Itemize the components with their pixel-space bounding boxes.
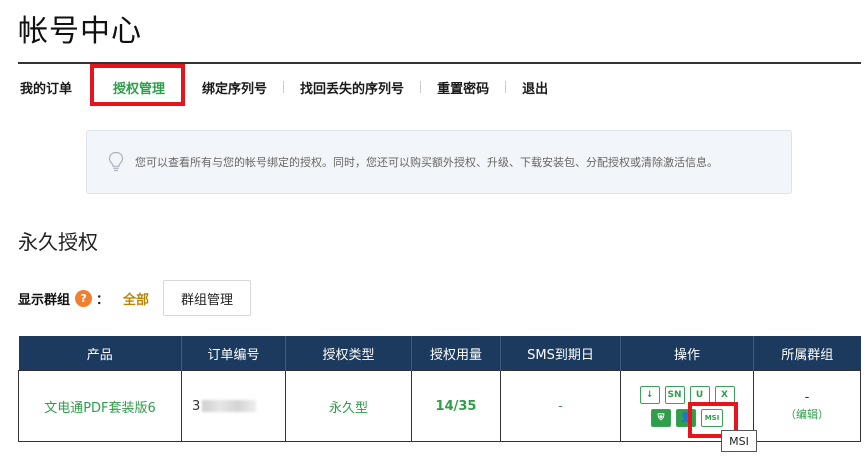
group-value: - bbox=[804, 390, 810, 406]
cell-sms-expiry: - bbox=[500, 370, 621, 442]
actions-row-1: ↓ SN U X bbox=[639, 385, 735, 404]
info-text: 您可以查看所有与您的帐号绑定的授权。同时，您还可以购买额外授权、升级、下载安装包… bbox=[135, 156, 718, 169]
lightbulb-icon bbox=[108, 151, 124, 172]
cell-type: 永久型 bbox=[285, 370, 412, 442]
cell-usage: 14/35 bbox=[411, 370, 501, 442]
group-label: 显示群组 bbox=[18, 292, 71, 308]
tab-separator bbox=[420, 81, 422, 93]
table-header-row: 产品 订单编号 授权类型 授权用量 SMS到期日 操作 所属群组 bbox=[18, 336, 861, 371]
col-header-usage: 授权用量 bbox=[411, 336, 501, 371]
group-colon: ： bbox=[96, 292, 110, 308]
clear-icon[interactable]: X bbox=[714, 385, 735, 404]
order-number-redacted bbox=[202, 400, 257, 412]
col-header-type: 授权类型 bbox=[285, 336, 412, 371]
tab-recover-serial[interactable]: 找回丢失的序列号 bbox=[298, 78, 406, 97]
col-header-sms: SMS到期日 bbox=[500, 336, 621, 371]
tab-license-management[interactable]: 授权管理 bbox=[111, 78, 167, 97]
upgrade-icon[interactable]: U bbox=[689, 385, 710, 404]
tab-separator bbox=[283, 81, 285, 93]
actions-group: ↓ SN U X ⛨ 👤 MSI bbox=[621, 385, 753, 427]
info-banner: 您可以查看所有与您的帐号绑定的授权。同时，您还可以购买额外授权、升级、下载安装包… bbox=[86, 130, 792, 194]
tab-bar: 我的订单 授权管理 绑定序列号 找回丢失的序列号 重置密码 退出 bbox=[18, 74, 550, 100]
order-number-prefix: 3 bbox=[192, 398, 201, 414]
license-table: 产品 订单编号 授权类型 授权用量 SMS到期日 操作 所属群组 文电通PDF套… bbox=[18, 336, 861, 442]
cell-product: 文电通PDF套装版6 bbox=[18, 370, 182, 442]
sn-icon[interactable]: SN bbox=[664, 385, 685, 404]
user-icon[interactable]: 👤 bbox=[676, 408, 696, 427]
group-filter-row: 显示群组 ? ： 全部 群组管理 bbox=[18, 280, 252, 316]
tab-my-orders[interactable]: 我的订单 bbox=[18, 78, 74, 97]
col-header-group: 所属群组 bbox=[753, 336, 861, 371]
group-edit-link[interactable]: （编辑） bbox=[754, 406, 860, 422]
help-icon[interactable]: ? bbox=[75, 289, 93, 307]
download-icon[interactable]: ↓ bbox=[639, 385, 660, 404]
section-title: 永久授权 bbox=[18, 230, 98, 254]
group-all-link[interactable]: 全部 bbox=[123, 289, 149, 308]
tab-bind-serial[interactable]: 绑定序列号 bbox=[200, 78, 269, 97]
cell-order: 3 bbox=[181, 370, 286, 442]
title-divider bbox=[18, 62, 861, 64]
tab-logout[interactable]: 退出 bbox=[520, 78, 550, 97]
col-header-product: 产品 bbox=[18, 336, 182, 371]
col-header-actions: 操作 bbox=[620, 336, 754, 371]
actions-row-2: ⛨ 👤 MSI bbox=[651, 408, 723, 427]
page-title: 帐号中心 bbox=[18, 14, 142, 49]
msi-tooltip: MSI bbox=[721, 430, 757, 452]
tab-reset-password[interactable]: 重置密码 bbox=[435, 78, 491, 97]
tab-separator bbox=[505, 81, 507, 93]
shield-icon[interactable]: ⛨ bbox=[651, 408, 671, 427]
group-manage-button[interactable]: 群组管理 bbox=[163, 280, 252, 316]
cell-group: - （编辑） bbox=[753, 370, 861, 442]
col-header-order: 订单编号 bbox=[181, 336, 286, 371]
msi-icon[interactable]: MSI bbox=[701, 408, 723, 427]
